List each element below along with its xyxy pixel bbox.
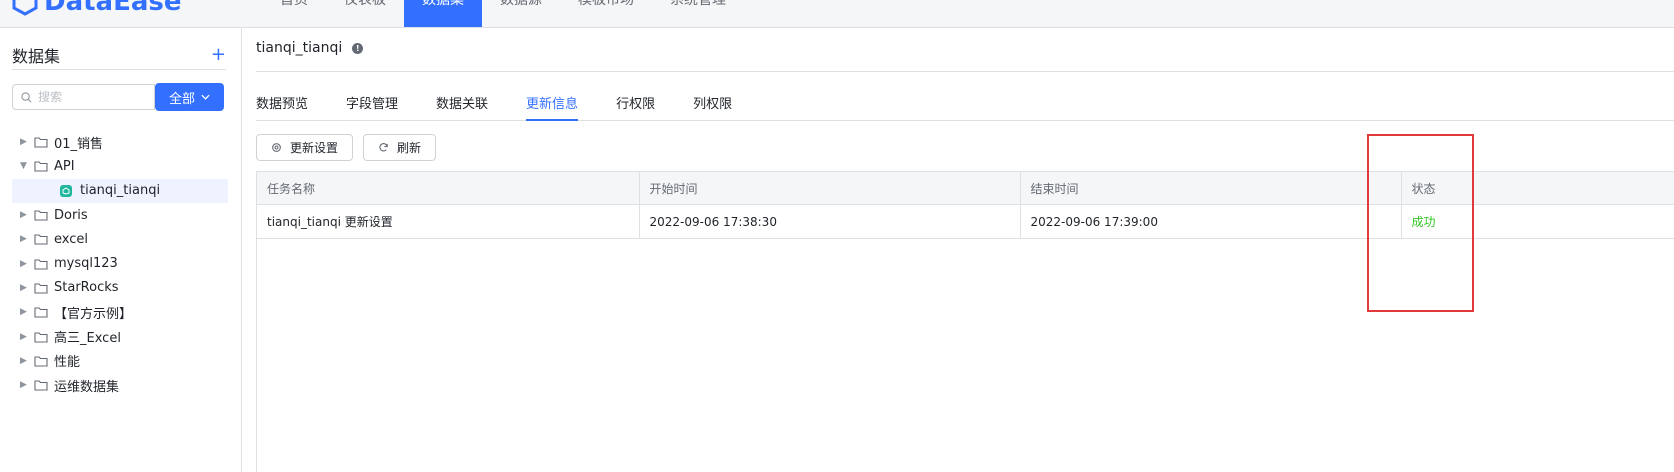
tree-item-label: API [54, 158, 75, 174]
main-nav: 首页 仪表板 数据集 数据源 模板市场 系统管理 [262, 0, 744, 27]
column-header: 任务名称 [257, 171, 640, 205]
caret-right-icon[interactable]: ▶ [20, 356, 34, 366]
caret-right-icon[interactable]: ▶ [20, 380, 34, 390]
page-title: tianqi_tianqi [256, 40, 343, 56]
logo-text: DataEase [44, 0, 182, 17]
caret-right-icon[interactable]: ▶ [20, 137, 34, 147]
nav-item-template-market[interactable]: 模板市场 [560, 0, 652, 19]
sidebar-header: 数据集 + [12, 40, 226, 70]
tab-bar: 数据预览 字段管理 数据关联 更新信息 行权限 列权限 [256, 84, 1674, 121]
tree-item-label: excel [54, 231, 88, 247]
folder-icon [34, 331, 48, 343]
tree-item-label: mysql123 [54, 256, 118, 272]
folder-icon [34, 307, 48, 318]
tree-item-dataset[interactable]: tianqi_tianqi [12, 178, 228, 203]
tree-item-folder[interactable]: ▶ 01_销售 [12, 130, 228, 154]
caret-right-icon[interactable]: ▶ [20, 307, 34, 317]
nav-label: 首页 [280, 0, 308, 8]
folder-icon [34, 380, 48, 391]
sidebar-title: 数据集 [12, 46, 61, 66]
folder-icon [34, 137, 48, 148]
tree-item-label: 【官方示例】 [54, 306, 133, 322]
tree-item-folder[interactable]: ▶ excel [12, 227, 228, 251]
toolbar: 更新设置 刷新 [256, 134, 437, 161]
nav-label: 数据源 [500, 0, 542, 8]
nav-label: 仪表板 [344, 0, 386, 8]
task-name-cell: tianqi_tianqi 更新设置 [257, 204, 640, 239]
tab-row-permission[interactable]: 行权限 [616, 84, 655, 120]
tree-item-folder[interactable]: ▶ 性能 [12, 349, 228, 373]
tree-item-folder[interactable]: ▶ mysql123 [12, 251, 228, 275]
end-time-cell: 2022-09-06 17:39:00 [1020, 204, 1402, 239]
tree-item-label: Doris [54, 207, 88, 223]
button-label: 更新设置 [290, 141, 339, 155]
folder-icon [34, 356, 48, 367]
tab-update-info[interactable]: 更新信息 [526, 84, 579, 121]
caret-down-icon[interactable]: ▼ [20, 161, 34, 171]
tree-item-label: 高三_Excel [54, 331, 121, 347]
tree-item-folder[interactable]: ▶ 【官方示例】 [12, 300, 228, 324]
gear-icon [272, 143, 281, 152]
caret-right-icon[interactable]: ▶ [20, 210, 34, 220]
tree-item-label: tianqi_tianqi [80, 183, 161, 199]
tree-item-folder[interactable]: ▼ API [12, 154, 228, 178]
search-icon [21, 91, 32, 102]
dataset-header: tianqi_tianqi ! [256, 38, 364, 58]
app-logo[interactable]: DataEase [12, 0, 182, 18]
nav-label: 系统管理 [670, 0, 726, 8]
filter-dropdown[interactable]: 全部 [155, 83, 224, 111]
tree-item-folder[interactable]: ▶ 运维数据集 [12, 373, 228, 397]
chevron-down-icon [201, 94, 210, 100]
column-header: 开始时间 [639, 171, 1021, 205]
nav-item-home[interactable]: 首页 [262, 0, 326, 19]
add-dataset-icon[interactable]: + [211, 45, 226, 64]
update-settings-button[interactable]: 更新设置 [256, 134, 354, 161]
nav-item-panel[interactable]: 仪表板 [326, 0, 404, 19]
tree-item-folder[interactable]: ▶ Doris [12, 203, 228, 227]
tree-item-label: 01_销售 [54, 136, 104, 152]
folder-icon [34, 210, 48, 221]
search-box [12, 84, 155, 110]
tab-field-management[interactable]: 字段管理 [346, 84, 398, 120]
divider [256, 71, 1674, 72]
nav-label: 数据集 [422, 0, 464, 8]
sidebar: 数据集 + 全部 ▶ 01_销售 ▼ API tianqi_tianq [0, 28, 242, 472]
button-label: 刷新 [397, 141, 422, 155]
nav-item-datasource[interactable]: 数据源 [482, 0, 560, 19]
refresh-icon [379, 143, 388, 152]
caret-right-icon[interactable]: ▶ [20, 283, 34, 293]
tree-item-label: 性能 [54, 355, 81, 371]
dataset-icon [60, 184, 72, 197]
tab-data-preview[interactable]: 数据预览 [256, 84, 308, 120]
highlight-annotation-box [1367, 134, 1474, 312]
caret-right-icon[interactable]: ▶ [20, 234, 34, 244]
tree-item-label: StarRocks [54, 280, 119, 296]
tab-data-association[interactable]: 数据关联 [436, 84, 488, 120]
folder-icon [34, 259, 48, 270]
folder-icon [34, 283, 48, 294]
nav-label: 模板市场 [578, 0, 634, 8]
caret-right-icon[interactable]: ▶ [20, 332, 34, 342]
nav-item-dataset[interactable]: 数据集 [404, 0, 482, 27]
caret-right-icon[interactable]: ▶ [20, 259, 34, 269]
logo-icon [12, 0, 38, 16]
refresh-button[interactable]: 刷新 [363, 134, 437, 161]
top-navbar: DataEase 首页 仪表板 数据集 数据源 模板市场 系统管理 [0, 0, 1674, 28]
info-icon[interactable]: ! [352, 42, 364, 54]
tree-item-folder[interactable]: ▶ 高三_Excel [12, 324, 228, 348]
start-time-cell: 2022-09-06 17:38:30 [639, 204, 1021, 239]
filter-label: 全部 [168, 91, 195, 107]
column-header: 结束时间 [1020, 171, 1402, 205]
tree-item-label: 运维数据集 [54, 379, 120, 395]
tree-item-folder[interactable]: ▶ StarRocks [12, 276, 228, 300]
folder-icon [34, 234, 48, 245]
dataset-tree: ▶ 01_销售 ▼ API tianqi_tianqi ▶ Doris ▶ ex… [12, 130, 228, 397]
nav-item-system[interactable]: 系统管理 [652, 0, 744, 19]
folder-icon [34, 161, 48, 172]
tab-column-permission[interactable]: 列权限 [693, 84, 732, 120]
search-input[interactable] [38, 90, 138, 104]
